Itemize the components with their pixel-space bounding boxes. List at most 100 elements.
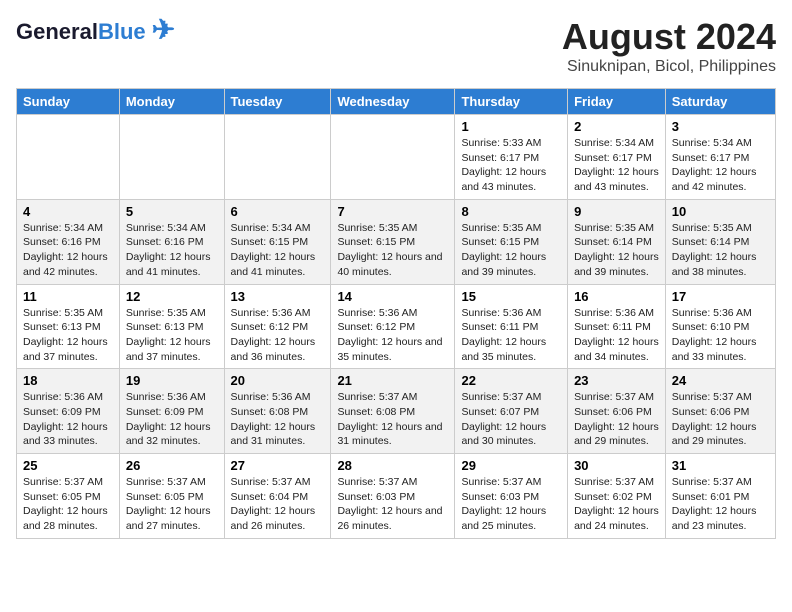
day-number: 7 — [337, 204, 448, 219]
day-cell: 24Sunrise: 5:37 AM Sunset: 6:06 PM Dayli… — [665, 369, 775, 454]
day-info: Sunrise: 5:36 AM Sunset: 6:12 PM Dayligh… — [337, 306, 448, 365]
column-header-monday: Monday — [119, 89, 224, 115]
day-number: 3 — [672, 119, 769, 134]
day-cell: 20 Sunrise: 5:36 AM Sunset: 6:08 PM Dayli… — [224, 369, 331, 454]
day-cell: 11Sunrise: 5:35 AM Sunset: 6:13 PM Dayli… — [17, 284, 120, 369]
day-info: Sunrise: 5:36 AM Sunset: 6:11 PM Dayligh… — [461, 306, 561, 365]
day-number: 9 — [574, 204, 659, 219]
day-number: 31 — [672, 458, 769, 473]
day-info: Sunrise: 5:35 AM Sunset: 6:15 PM Dayligh… — [461, 221, 561, 280]
day-cell: 12 Sunrise: 5:35 AM Sunset: 6:13 PM Dayli… — [119, 284, 224, 369]
day-cell — [17, 115, 120, 200]
day-info: Sunrise: 5:37 AM Sunset: 6:03 PM Dayligh… — [461, 475, 561, 534]
day-info: Sunrise: 5:37 AM Sunset: 6:01 PM Dayligh… — [672, 475, 769, 534]
day-info: Sunrise: 5:35 AM Sunset: 6:13 PM Dayligh… — [126, 306, 218, 365]
day-number: 4 — [23, 204, 113, 219]
column-header-tuesday: Tuesday — [224, 89, 331, 115]
day-cell: 19 Sunrise: 5:36 AM Sunset: 6:09 PM Dayli… — [119, 369, 224, 454]
day-number: 24 — [672, 373, 769, 388]
day-info: Sunrise: 5:34 AM Sunset: 6:17 PM Dayligh… — [574, 136, 659, 195]
day-number: 11 — [23, 289, 113, 304]
week-row-3: 11 Sunrise: 5:35 AM Sunset: 6:13 PM Dayli… — [17, 284, 776, 369]
day-cell: 22Sunrise: 5:37 AM Sunset: 6:07 PM Dayli… — [455, 369, 568, 454]
logo-text: GeneralBlue ✈ — [16, 16, 175, 44]
day-info: Sunrise: 5:37 AM Sunset: 6:05 PM Dayligh… — [23, 475, 113, 534]
day-cell: 6 Sunrise: 5:34 AM Sunset: 6:15 PM Daylig… — [224, 199, 331, 284]
week-row-1: 1 Sunrise: 5:33 AM Sunset: 6:17 PM Daylig… — [17, 115, 776, 200]
day-info: Sunrise: 5:37 AM Sunset: 6:07 PM Dayligh… — [461, 390, 561, 449]
day-cell: 2 Sunrise: 5:34 AM Sunset: 6:17 PM Daylig… — [568, 115, 666, 200]
day-number: 30 — [574, 458, 659, 473]
week-row-5: 25 Sunrise: 5:37 AM Sunset: 6:05 PM Dayli… — [17, 454, 776, 539]
day-cell: 13Sunrise: 5:36 AM Sunset: 6:12 PM Dayli… — [224, 284, 331, 369]
day-cell — [224, 115, 331, 200]
day-cell: 25 Sunrise: 5:37 AM Sunset: 6:05 PM Dayli… — [17, 454, 120, 539]
day-info: Sunrise: 5:35 AM Sunset: 6:14 PM Dayligh… — [672, 221, 769, 280]
subtitle: Sinuknipan, Bicol, Philippines — [562, 58, 776, 76]
logo: GeneralBlue ✈ — [16, 16, 175, 44]
day-number: 18 — [23, 373, 113, 388]
column-header-saturday: Saturday — [665, 89, 775, 115]
day-cell — [331, 115, 455, 200]
main-title: August 2024 — [562, 16, 776, 58]
day-number: 8 — [461, 204, 561, 219]
day-cell: 17Sunrise: 5:36 AM Sunset: 6:10 PM Dayli… — [665, 284, 775, 369]
day-number: 14 — [337, 289, 448, 304]
column-header-thursday: Thursday — [455, 89, 568, 115]
week-row-4: 18 Sunrise: 5:36 AM Sunset: 6:09 PM Dayli… — [17, 369, 776, 454]
day-cell: 23 Sunrise: 5:37 AM Sunset: 6:06 PM Dayli… — [568, 369, 666, 454]
day-cell: 21 Sunrise: 5:37 AM Sunset: 6:08 PM Dayli… — [331, 369, 455, 454]
day-info: Sunrise: 5:37 AM Sunset: 6:03 PM Dayligh… — [337, 475, 448, 534]
day-info: Sunrise: 5:35 AM Sunset: 6:14 PM Dayligh… — [574, 221, 659, 280]
day-number: 1 — [461, 119, 561, 134]
column-header-wednesday: Wednesday — [331, 89, 455, 115]
day-number: 19 — [126, 373, 218, 388]
day-info: Sunrise: 5:34 AM Sunset: 6:17 PM Dayligh… — [672, 136, 769, 195]
day-number: 21 — [337, 373, 448, 388]
day-info: Sunrise: 5:34 AM Sunset: 6:15 PM Dayligh… — [231, 221, 325, 280]
column-header-friday: Friday — [568, 89, 666, 115]
day-cell: 28 Sunrise: 5:37 AM Sunset: 6:03 PM Dayli… — [331, 454, 455, 539]
day-number: 10 — [672, 204, 769, 219]
day-number: 20 — [231, 373, 325, 388]
day-cell: 9 Sunrise: 5:35 AM Sunset: 6:14 PM Daylig… — [568, 199, 666, 284]
day-number: 27 — [231, 458, 325, 473]
day-info: Sunrise: 5:33 AM Sunset: 6:17 PM Dayligh… — [461, 136, 561, 195]
day-cell: 27 Sunrise: 5:37 AM Sunset: 6:04 PM Dayli… — [224, 454, 331, 539]
header: GeneralBlue ✈ August 2024 Sinuknipan, Bi… — [16, 16, 776, 76]
day-info: Sunrise: 5:37 AM Sunset: 6:04 PM Dayligh… — [231, 475, 325, 534]
day-cell — [119, 115, 224, 200]
day-cell: 1 Sunrise: 5:33 AM Sunset: 6:17 PM Daylig… — [455, 115, 568, 200]
day-number: 16 — [574, 289, 659, 304]
day-cell: 14 Sunrise: 5:36 AM Sunset: 6:12 PM Dayli… — [331, 284, 455, 369]
day-info: Sunrise: 5:36 AM Sunset: 6:10 PM Dayligh… — [672, 306, 769, 365]
day-number: 2 — [574, 119, 659, 134]
day-cell: 10 Sunrise: 5:35 AM Sunset: 6:14 PM Dayli… — [665, 199, 775, 284]
day-info: Sunrise: 5:37 AM Sunset: 6:05 PM Dayligh… — [126, 475, 218, 534]
day-info: Sunrise: 5:37 AM Sunset: 6:06 PM Dayligh… — [574, 390, 659, 449]
day-cell: 7Sunrise: 5:35 AM Sunset: 6:15 PM Daylig… — [331, 199, 455, 284]
calendar-table: SundayMondayTuesdayWednesdayThursdayFrid… — [16, 88, 776, 539]
day-cell: 5Sunrise: 5:34 AM Sunset: 6:16 PM Daylig… — [119, 199, 224, 284]
day-number: 13 — [231, 289, 325, 304]
day-cell: 29Sunrise: 5:37 AM Sunset: 6:03 PM Dayli… — [455, 454, 568, 539]
day-info: Sunrise: 5:36 AM Sunset: 6:09 PM Dayligh… — [23, 390, 113, 449]
day-number: 12 — [126, 289, 218, 304]
day-cell: 26 Sunrise: 5:37 AM Sunset: 6:05 PM Dayli… — [119, 454, 224, 539]
day-info: Sunrise: 5:36 AM Sunset: 6:08 PM Dayligh… — [231, 390, 325, 449]
day-cell: 4 Sunrise: 5:34 AM Sunset: 6:16 PM Daylig… — [17, 199, 120, 284]
day-number: 6 — [231, 204, 325, 219]
day-cell: 18 Sunrise: 5:36 AM Sunset: 6:09 PM Dayli… — [17, 369, 120, 454]
day-number: 26 — [126, 458, 218, 473]
day-info: Sunrise: 5:36 AM Sunset: 6:09 PM Dayligh… — [126, 390, 218, 449]
day-cell: 31 Sunrise: 5:37 AM Sunset: 6:01 PM Dayli… — [665, 454, 775, 539]
column-header-sunday: Sunday — [17, 89, 120, 115]
day-number: 25 — [23, 458, 113, 473]
day-info: Sunrise: 5:36 AM Sunset: 6:11 PM Dayligh… — [574, 306, 659, 365]
day-info: Sunrise: 5:34 AM Sunset: 6:16 PM Dayligh… — [23, 221, 113, 280]
day-number: 15 — [461, 289, 561, 304]
day-number: 28 — [337, 458, 448, 473]
day-info: Sunrise: 5:37 AM Sunset: 6:08 PM Dayligh… — [337, 390, 448, 449]
day-number: 5 — [126, 204, 218, 219]
day-number: 23 — [574, 373, 659, 388]
